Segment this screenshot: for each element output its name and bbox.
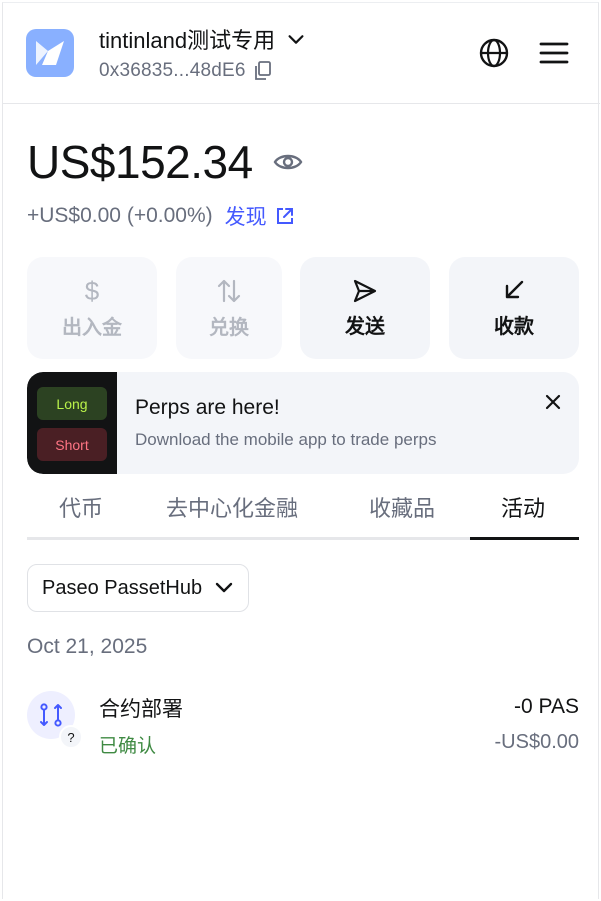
balance-change-row: +US$0.00 (+0.00%) 发现 <box>27 201 295 231</box>
globe-icon <box>479 38 509 68</box>
balance-change: +US$0.00 (+0.00%) <box>27 204 213 227</box>
active-tab-indicator <box>470 537 579 540</box>
chevron-down-icon <box>215 582 233 593</box>
svg-text:$: $ <box>85 277 100 305</box>
chevron-down-icon <box>288 35 304 44</box>
buy-sell-button[interactable]: $ 出入金 <box>27 257 157 359</box>
tab-defi[interactable]: 去中心化金融 <box>166 491 298 523</box>
account-name: tintinland测试专用 <box>99 28 276 53</box>
network-filter-dropdown[interactable]: Paseo PassetHub <box>27 564 250 612</box>
send-button[interactable]: 发送 <box>300 257 430 359</box>
network-globe-button[interactable] <box>477 36 511 70</box>
asset-tabs: 代币 去中心化金融 收藏品 活动 <box>27 483 579 540</box>
receive-button[interactable]: 收款 <box>449 257 579 359</box>
header: tintinland测试专用 0x36835...48dE6 <box>3 3 600 104</box>
dollar-icon: $ <box>85 277 100 305</box>
network-filter-label: Paseo PassetHub <box>42 576 203 599</box>
account-selector[interactable]: tintinland测试专用 <box>99 23 307 55</box>
activity-list-item[interactable]: ? 合约部署 已确认 -0 PAS -US$0.00 <box>27 687 579 757</box>
network-unknown-badge: ? <box>59 725 83 749</box>
total-balance: US$152.34 <box>27 136 253 188</box>
activity-fiat-amount: -US$0.00 <box>494 731 580 753</box>
copy-icon[interactable] <box>254 61 272 81</box>
discover-label: 发现 <box>224 206 267 229</box>
activity-status: 已确认 <box>99 736 157 757</box>
tab-collectibles[interactable]: 收藏品 <box>369 491 435 523</box>
banner-title: Perps are here! <box>135 396 280 419</box>
activity-amount: -0 PAS <box>514 695 579 718</box>
tab-activity[interactable]: 活动 <box>501 491 545 523</box>
discover-link[interactable]: 发现 <box>225 201 295 231</box>
swap-label: 兑换 <box>209 316 249 339</box>
wallet-popup: tintinland测试专用 0x36835...48dE6 US$152.34… <box>2 2 600 899</box>
banner-subtitle: Download the mobile app to trade perps <box>135 430 437 449</box>
hamburger-menu-icon <box>539 42 569 64</box>
receive-label: 收款 <box>494 315 534 338</box>
buy-sell-label: 出入金 <box>62 316 122 339</box>
perps-banner[interactable]: Long Short Perps are here! Download the … <box>27 372 579 474</box>
eye-icon[interactable] <box>273 151 303 173</box>
tab-tokens[interactable]: 代币 <box>59 491 103 523</box>
short-pill: Short <box>37 428 107 461</box>
send-arrow-icon <box>353 279 377 302</box>
perps-banner-image: Long Short <box>27 372 117 474</box>
close-icon <box>545 394 561 410</box>
account-address: 0x36835...48dE6 <box>99 60 246 81</box>
wallet-logo-icon <box>26 29 74 77</box>
menu-button[interactable] <box>537 36 571 70</box>
receive-arrow-icon <box>505 280 524 298</box>
swap-arrows-icon <box>217 279 241 302</box>
swap-button[interactable]: 兑换 <box>176 257 282 359</box>
send-label: 发送 <box>345 315 385 338</box>
account-address-row[interactable]: 0x36835...48dE6 <box>99 60 272 82</box>
activity-date-heading: Oct 21, 2025 <box>27 635 148 658</box>
activity-title: 合约部署 <box>99 698 183 721</box>
external-link-icon <box>276 208 293 224</box>
balance-row: US$152.34 <box>27 135 303 189</box>
banner-close-button[interactable] <box>541 390 565 414</box>
long-pill: Long <box>37 387 107 420</box>
